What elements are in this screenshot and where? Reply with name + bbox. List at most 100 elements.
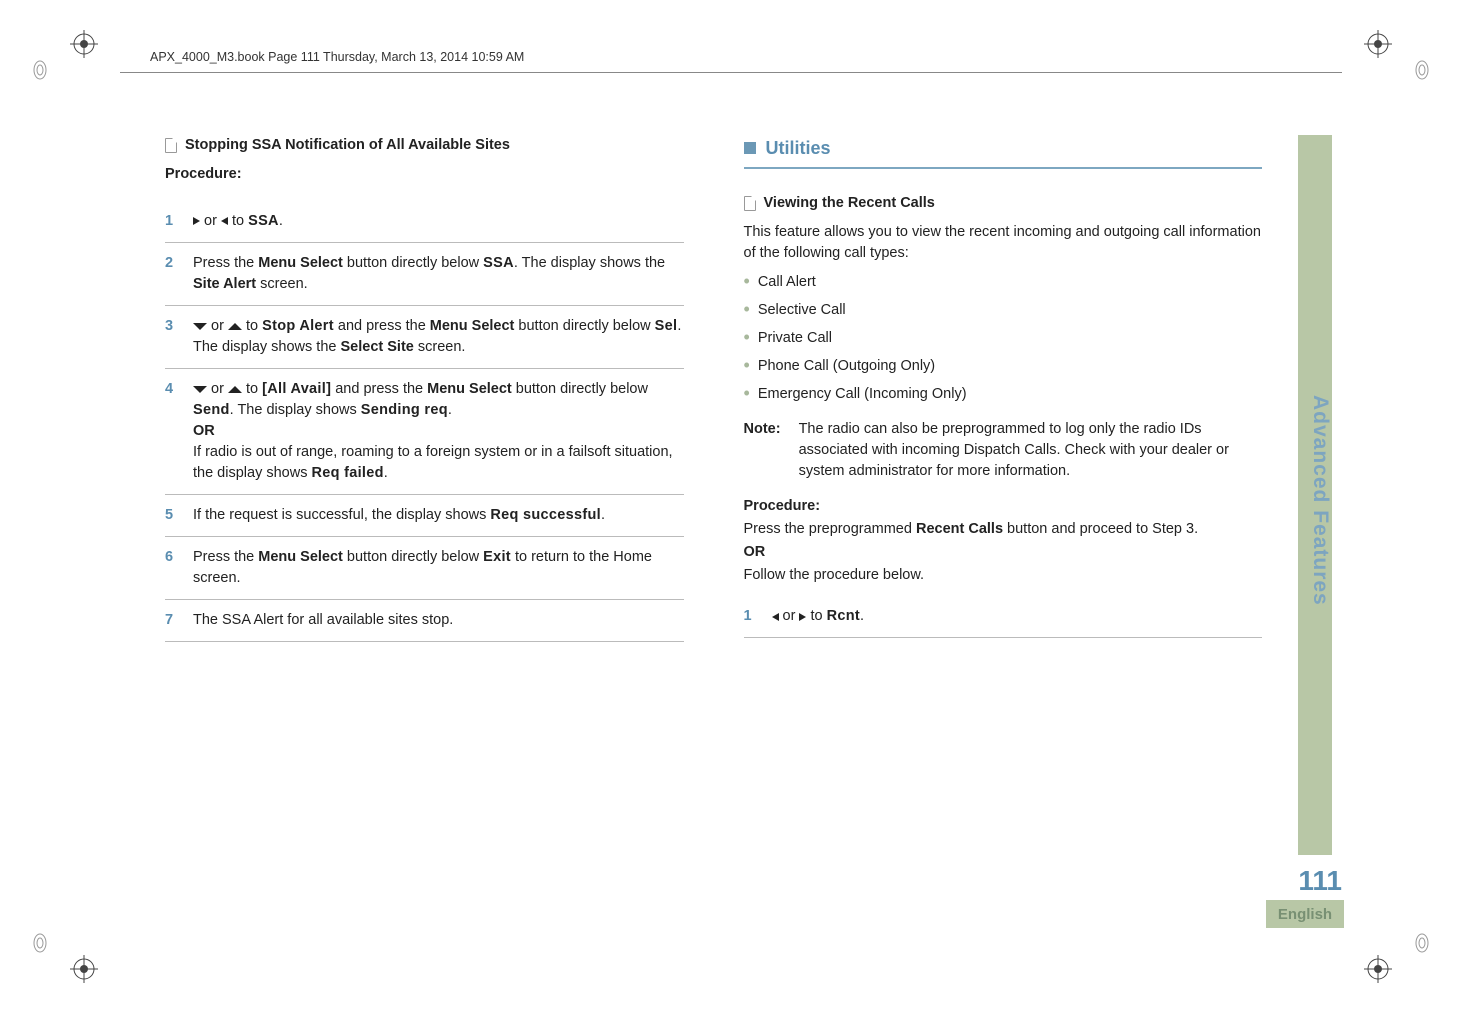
step-body: If the request is successful, the displa… [193, 505, 684, 526]
note-label: Note: [744, 419, 781, 482]
section-tab-label: Advanced Features [1298, 135, 1332, 855]
heading-text: Viewing the Recent Calls [764, 193, 935, 214]
subsection-heading: Viewing the Recent Calls [744, 193, 1263, 214]
text: to [806, 608, 826, 624]
bullet-icon: • [744, 356, 750, 374]
text: or [200, 213, 221, 229]
step-row: 6 Press the Menu Select button directly … [165, 537, 684, 600]
bold-text: Select Site [341, 339, 414, 355]
procedure-label: Procedure: [165, 164, 684, 185]
text: . The display shows the [514, 255, 665, 271]
two-column-layout: Stopping SSA Notification of All Availab… [165, 135, 1262, 642]
bullet-icon: • [744, 300, 750, 318]
step-number: 7 [165, 610, 179, 631]
mono-text: SSA [248, 213, 279, 229]
right-arrow-icon [193, 217, 200, 225]
mono-text: Req successful [490, 507, 601, 523]
binder-ring-icon [30, 60, 50, 80]
bold-text: Menu Select [258, 549, 343, 565]
registration-mark-icon [70, 955, 98, 983]
english-label-box: English [1266, 900, 1344, 928]
text: If the request is successful, the displa… [193, 507, 490, 523]
section-square-icon [744, 142, 756, 154]
text: button directly below [343, 255, 483, 271]
list-item: •Call Alert [744, 272, 1263, 293]
bold-text: Menu Select [258, 255, 343, 271]
list-item: • Selective Call [744, 300, 1263, 321]
text: screen. [414, 339, 466, 355]
text: . [279, 213, 283, 229]
text: and press the [331, 381, 427, 397]
side-tab: Advanced Features [1298, 135, 1332, 855]
bold-text: Menu Select [427, 381, 512, 397]
text: button directly below [514, 318, 654, 334]
text: and press the [334, 318, 430, 334]
step-row: 4 or to [All Avail] and press the Menu S… [165, 369, 684, 495]
page-icon [165, 138, 177, 153]
text: . [601, 507, 605, 523]
proc-intro: Press the preprogrammed Recent Calls but… [744, 519, 1263, 540]
subsection-heading: Stopping SSA Notification of All Availab… [165, 135, 684, 156]
mono-text: Sending req [361, 402, 448, 418]
bullet-icon: • [744, 384, 750, 402]
binder-ring-icon [1412, 60, 1432, 80]
left-column: Stopping SSA Notification of All Availab… [165, 135, 684, 642]
text: or [207, 381, 228, 397]
step-row: 5 If the request is successful, the disp… [165, 495, 684, 537]
section-title: Utilities [766, 135, 831, 161]
binder-ring-icon [30, 933, 50, 953]
step-body: or to Stop Alert and press the Menu Sele… [193, 316, 684, 358]
or-text: OR [744, 542, 1263, 563]
step-row: 7 The SSA Alert for all available sites … [165, 600, 684, 642]
step-row: 3 or to Stop Alert and press the Menu Se… [165, 306, 684, 369]
bullet-list: •Call Alert • Selective Call • Private Cal… [744, 272, 1263, 405]
text: The SSA Alert for all available sites st… [193, 612, 453, 628]
step-body: The SSA Alert for all available sites st… [193, 610, 684, 631]
registration-mark-icon [70, 30, 98, 58]
list-item: •Emergency Call (Incoming Only) [744, 384, 1263, 405]
down-arrow-icon [193, 323, 207, 330]
heading-text: Stopping SSA Notification of All Availab… [185, 135, 510, 156]
text: . [384, 465, 388, 481]
list-item: • Private Call [744, 328, 1263, 349]
procedure-label: Procedure: [744, 496, 1263, 517]
mono-text: Rcnt [827, 608, 860, 624]
left-arrow-icon [772, 613, 779, 621]
text: If radio is out of range, roaming to a f… [193, 444, 673, 481]
list-text: Private Call [758, 328, 832, 349]
step-number: 3 [165, 316, 179, 358]
section-rule [744, 167, 1263, 169]
up-arrow-icon [228, 386, 242, 393]
mono-text: SSA [483, 255, 514, 271]
list-text: Phone Call (Outgoing Only) [758, 356, 935, 377]
header-line: APX_4000_M3.book Page 111 Thursday, Marc… [150, 50, 524, 64]
intro-text: This feature allows you to view the rece… [744, 222, 1263, 264]
text: Press the [193, 549, 258, 565]
text: Press the preprogrammed [744, 521, 916, 537]
left-arrow-icon [221, 217, 228, 225]
step-number: 1 [165, 211, 179, 232]
list-text: Selective Call [758, 300, 846, 321]
down-arrow-icon [193, 386, 207, 393]
mono-text: Send [193, 402, 230, 418]
step-row: 1 or to Rcnt. [744, 596, 1263, 638]
step-number: 6 [165, 547, 179, 589]
step-row: 1 or to SSA. [165, 201, 684, 243]
mono-text: [All Avail] [262, 381, 331, 397]
page-number: 111 [1282, 865, 1342, 897]
note-block: Note: The radio can also be preprogramme… [744, 419, 1263, 482]
up-arrow-icon [228, 323, 242, 330]
bold-text: Site Alert [193, 276, 256, 292]
text: Press the [193, 255, 258, 271]
mono-text: Stop Alert [262, 318, 334, 334]
or-text: OR [193, 423, 215, 439]
page-number-block: 111 [1282, 865, 1342, 897]
text: to [242, 381, 262, 397]
bold-text: Menu Select [430, 318, 515, 334]
bullet-icon: • [744, 328, 750, 346]
step-body: or to SSA. [193, 211, 684, 232]
text: screen. [256, 276, 308, 292]
text: . [860, 608, 864, 624]
step-number: 5 [165, 505, 179, 526]
text: or [207, 318, 228, 334]
